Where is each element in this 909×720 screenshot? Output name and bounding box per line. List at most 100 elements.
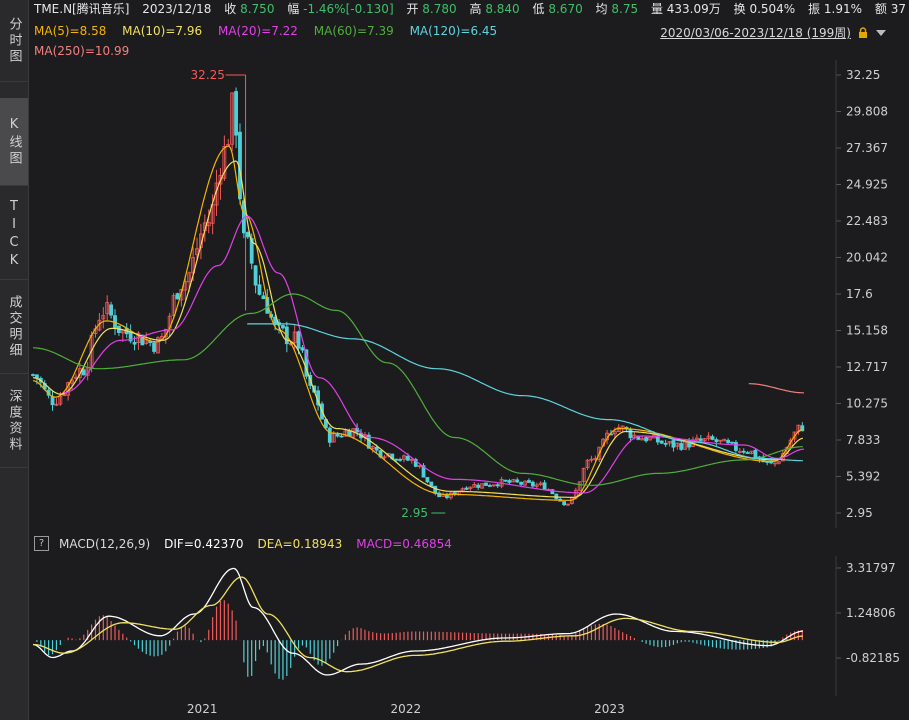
tab-trade-details-label: 成交明细 (6, 294, 22, 359)
ma-line-ma250 (748, 383, 804, 394)
dif-value: DIF=0.42370 (164, 536, 244, 551)
high-label: 高 (469, 2, 482, 16)
candle-body (628, 429, 633, 439)
tab-trade-details[interactable]: 成交明细 (0, 280, 28, 374)
dif-line (32, 567, 803, 676)
avg-value: 8.75 (611, 2, 639, 16)
candle-body (374, 446, 379, 451)
close-label: 收 (224, 2, 237, 16)
candle-body (495, 484, 500, 487)
low-marker-label: 2.95 (401, 506, 428, 520)
candle-body (406, 455, 410, 461)
macd-chart[interactable]: 3.31797 1.24806 -0.82185 (28, 556, 909, 696)
tab-tick[interactable]: TICK (0, 190, 28, 280)
candle-body (296, 331, 301, 349)
close-value: 8.750 (240, 2, 275, 16)
price-tick-label: 27.367 (846, 141, 888, 155)
candle-body (519, 481, 524, 485)
price-tick-label: 32.25 (846, 68, 880, 82)
price-axis: 32.25 29.808 27.367 24.925 22.483 20.042 17.6 1… (835, 60, 888, 528)
amplitude-value: 1.91% (823, 2, 863, 16)
candle-body (679, 443, 684, 450)
ma-legend: MA(5)=8.58 MA(10)=7.96 MA(20)=7.22 MA(60… (34, 24, 509, 38)
date-range-control: 2020/03/06-2023/12/18 (199周) (660, 24, 887, 41)
candle-body (671, 440, 676, 448)
macd-tick-label: 3.31797 (846, 561, 896, 575)
ma20-legend: MA(20)=7.22 (217, 24, 298, 38)
change-label: 幅 (287, 2, 300, 16)
ma60-legend: MA(60)=7.39 (313, 24, 394, 38)
year-tick-label: 2021 (187, 702, 218, 716)
candle-body (425, 477, 430, 483)
price-tick-label: 15.158 (846, 324, 888, 338)
candle-body (745, 452, 750, 454)
price-tick-label: 24.925 (846, 178, 888, 192)
candle-body (753, 449, 758, 458)
open-label: 开 (406, 2, 419, 16)
tab-kline[interactable]: K线图 (0, 98, 28, 186)
candle-body (429, 481, 434, 487)
ma250-legend: MA(250)=10.99 (34, 44, 130, 58)
price-tick-label: 7.833 (846, 433, 880, 447)
candle-body (327, 427, 332, 443)
tab-timeshare-label: 分时图 (6, 16, 22, 65)
tab-kline-label: K线图 (6, 116, 22, 167)
app-window: 分时图 K线图 TICK 成交明细 深度资料 TME.N[腾讯音乐] 2023/… (0, 0, 909, 720)
price-tick-label: 5.392 (846, 469, 880, 483)
candle-body (710, 436, 715, 440)
high-marker-label: 32.25 (191, 68, 225, 82)
price-tick-label: 2.95 (846, 506, 873, 520)
price-tick-label: 17.6 (846, 287, 873, 301)
lock-icon[interactable] (857, 26, 869, 39)
time-axis: 2021 2022 2023 (187, 702, 625, 716)
candle-body (257, 284, 262, 295)
candle-body (253, 265, 258, 286)
candle-body (488, 485, 492, 487)
candle-body (714, 439, 719, 442)
candle-body (476, 484, 481, 488)
macd-title: MACD(12,26,9) (59, 536, 151, 551)
candle-body (335, 434, 340, 437)
candle-body (245, 232, 250, 238)
ma120-legend: MA(120)=6.45 (409, 24, 498, 38)
date-range-link[interactable]: 2020/03/06-2023/12/18 (199周) (660, 24, 851, 41)
tab-tick-label: TICK (6, 198, 22, 271)
candle-body (503, 479, 508, 482)
amplitude-label: 振 (808, 2, 821, 16)
candle-body (507, 480, 512, 483)
stock-symbol: TME.N[腾讯音乐] (34, 2, 130, 16)
macd-tick-label: -0.82185 (846, 651, 900, 665)
view-tab-rail: 分时图 K线图 TICK 成交明细 深度资料 (0, 0, 29, 720)
change-value: -1.46%[-0.130] (303, 2, 394, 16)
ma-line-ma60 (33, 293, 803, 486)
macd-legend: ? MACD(12,26,9) DIF=0.42370 DEA=0.18943 … (34, 536, 466, 551)
tab-depth-info[interactable]: 深度资料 (0, 374, 28, 468)
candle-body (50, 396, 55, 406)
quote-bar: TME.N[腾讯音乐] 2023/12/18 收 8.750 幅 -1.46%[… (28, 0, 909, 18)
dea-line (32, 576, 803, 673)
tab-timeshare[interactable]: 分时图 (0, 0, 28, 82)
candle-body (644, 437, 649, 442)
candle-body (734, 442, 738, 451)
ma-line-ma20 (64, 215, 805, 494)
triangle-down-icon[interactable] (875, 27, 887, 39)
low-label: 低 (532, 2, 545, 16)
amount-value: 37 (890, 2, 906, 16)
amount-label: 额 (874, 2, 887, 16)
low-value: 8.670 (548, 2, 583, 16)
year-tick-label: 2022 (391, 702, 422, 716)
macd-axis: 3.31797 1.24806 -0.82185 (835, 556, 900, 696)
dea-value: DEA=0.18943 (257, 536, 343, 551)
price-tick-label: 22.483 (846, 214, 888, 228)
candle-body (515, 479, 520, 483)
candle-body (152, 342, 156, 352)
candle-body (741, 450, 746, 453)
kline-chart[interactable]: 32.25 2.95 32.25 29.808 27.367 24.925 22.483… (28, 60, 909, 528)
candle-body (542, 482, 547, 490)
question-icon[interactable]: ? (34, 536, 49, 551)
candle-body (398, 459, 402, 461)
macd-tick-label: 1.24806 (846, 606, 896, 620)
candle-body (132, 342, 137, 345)
open-value: 8.780 (422, 2, 457, 16)
candle-body (726, 439, 731, 444)
